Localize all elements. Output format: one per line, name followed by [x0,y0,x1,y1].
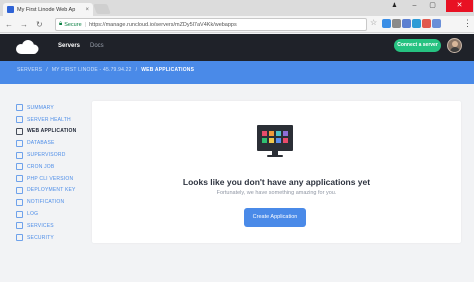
extension-icon[interactable] [382,19,391,28]
profile-icon[interactable]: ♟ [388,0,401,12]
runcloud-logo[interactable] [11,38,43,56]
sidebar-item-services[interactable]: SERVICES [16,220,86,232]
extension-icon[interactable] [412,19,421,28]
create-application-button[interactable]: Create Application [244,208,306,227]
summary-icon [16,104,23,112]
close-window-button[interactable]: ✕ [446,0,473,12]
maximize-button[interactable]: ▢ [426,0,439,12]
sidebar-item-log[interactable]: LOG [16,208,86,220]
globe-icon [16,127,23,135]
monitor-tile [283,138,288,143]
empty-state-subtitle: Fortunately, we have something amazing f… [216,190,337,196]
reload-icon[interactable]: ↻ [36,19,43,30]
nav-servers-link[interactable]: Servers [58,43,80,49]
sidebar-item-web-application[interactable]: WEB APPLICATION [16,126,86,138]
key-icon [16,186,23,194]
minimize-button[interactable]: – [408,0,421,12]
monitor-tile [283,131,288,136]
sidebar-item-deployment-key[interactable]: DEPLOYMENT KEY [16,185,86,197]
sidebar-item-label: SUMMARY [27,104,54,111]
monitor-tile [262,138,267,143]
sidebar-item-label: SERVICES [27,222,54,229]
breadcrumb-separator: / [46,67,48,73]
sidebar-item-server-health[interactable]: SERVER HEALTH [16,114,86,126]
monitor-illustration-icon [257,125,293,157]
sidebar-item-label: WEB APPLICATION [27,128,77,135]
avatar[interactable] [447,38,462,53]
sidebar-item-cron-job[interactable]: CRON JOB [16,161,86,173]
breadcrumb-separator: / [135,67,138,73]
sidebar-item-label: SERVER HEALTH [27,116,71,123]
secure-label: Secure [64,21,82,28]
browser-tab[interactable]: My First Linode Web Ap × [3,3,93,16]
breadcrumb-server-name[interactable]: MY FIRST LINODE - 45.79.94.22 [52,67,132,73]
sidebar-item-label: SECURITY [27,234,54,241]
browser-tab-title: My First Linode Web Ap [17,6,76,13]
monitor-tile [269,131,274,136]
connect-server-button[interactable]: Connect a server [394,39,441,52]
code-icon [16,175,23,183]
supervisor-icon [16,151,23,159]
empty-state-title: Looks like you don't have any applicatio… [182,177,371,187]
sidebar-item-php-cli-version[interactable]: PHP CLI VERSION [16,173,86,185]
extension-icon[interactable] [402,19,411,28]
close-tab-icon[interactable]: × [85,7,89,13]
sidebar-item-label: SUPERVISORD [27,152,66,159]
sidebar-item-notification[interactable]: NOTIFICATION [16,196,86,208]
address-separator: | [84,21,87,28]
monitor-tile [269,138,274,143]
favicon-icon [7,6,14,13]
extension-icon[interactable] [432,19,441,28]
sidebar-item-summary[interactable]: SUMMARY [16,102,86,114]
address-url[interactable]: https://manage.runcloud.io/servers/mZDy5… [89,22,237,28]
address-bar[interactable]: 🔒︎ Secure | https://manage.runcloud.io/s… [55,18,367,31]
sidebar-item-label: NOTIFICATION [27,199,65,206]
shield-icon [16,234,23,242]
monitor-tile [276,138,281,143]
sidebar-item-supervisord[interactable]: SUPERVISORD [16,149,86,161]
breadcrumb: SERVERS / MY FIRST LINODE - 45.79.94.22/WE… [17,67,194,73]
monitor-tile [276,131,281,136]
bell-icon [16,198,23,206]
lock-icon: 🔒︎ [59,21,63,27]
sidebar-item-label: DEPLOYMENT KEY [27,187,76,194]
extension-icon[interactable] [422,19,431,28]
services-icon [16,222,23,230]
bookmark-star-icon[interactable]: ☆ [370,18,377,27]
monitor-tile [262,131,267,136]
sidebar-item-label: CRON JOB [27,163,55,170]
breadcrumb-current: WEB APPLICATIONS [141,67,195,73]
extension-icon[interactable] [392,19,401,28]
sidebar-item-database[interactable]: DATABASE [16,137,86,149]
sidebar-item-label: DATABASE [27,140,55,147]
sidebar-item-security[interactable]: SECURITY [16,232,86,244]
database-icon [16,139,23,147]
pulse-icon [16,116,23,124]
sidebar: SUMMARY SERVER HEALTH WEB APPLICATION DATAB… [16,102,86,244]
browser-menu-icon[interactable]: ⋮ [463,18,472,29]
file-icon [16,210,23,218]
breadcrumb-servers[interactable]: SERVERS [17,67,42,73]
forward-icon[interactable]: → [20,19,28,30]
back-icon[interactable]: ← [5,19,13,30]
nav-docs-link[interactable]: Docs [90,43,104,49]
sidebar-item-label: PHP CLI VERSION [27,175,74,182]
sidebar-item-label: LOG [27,211,39,218]
clock-icon [16,163,23,171]
